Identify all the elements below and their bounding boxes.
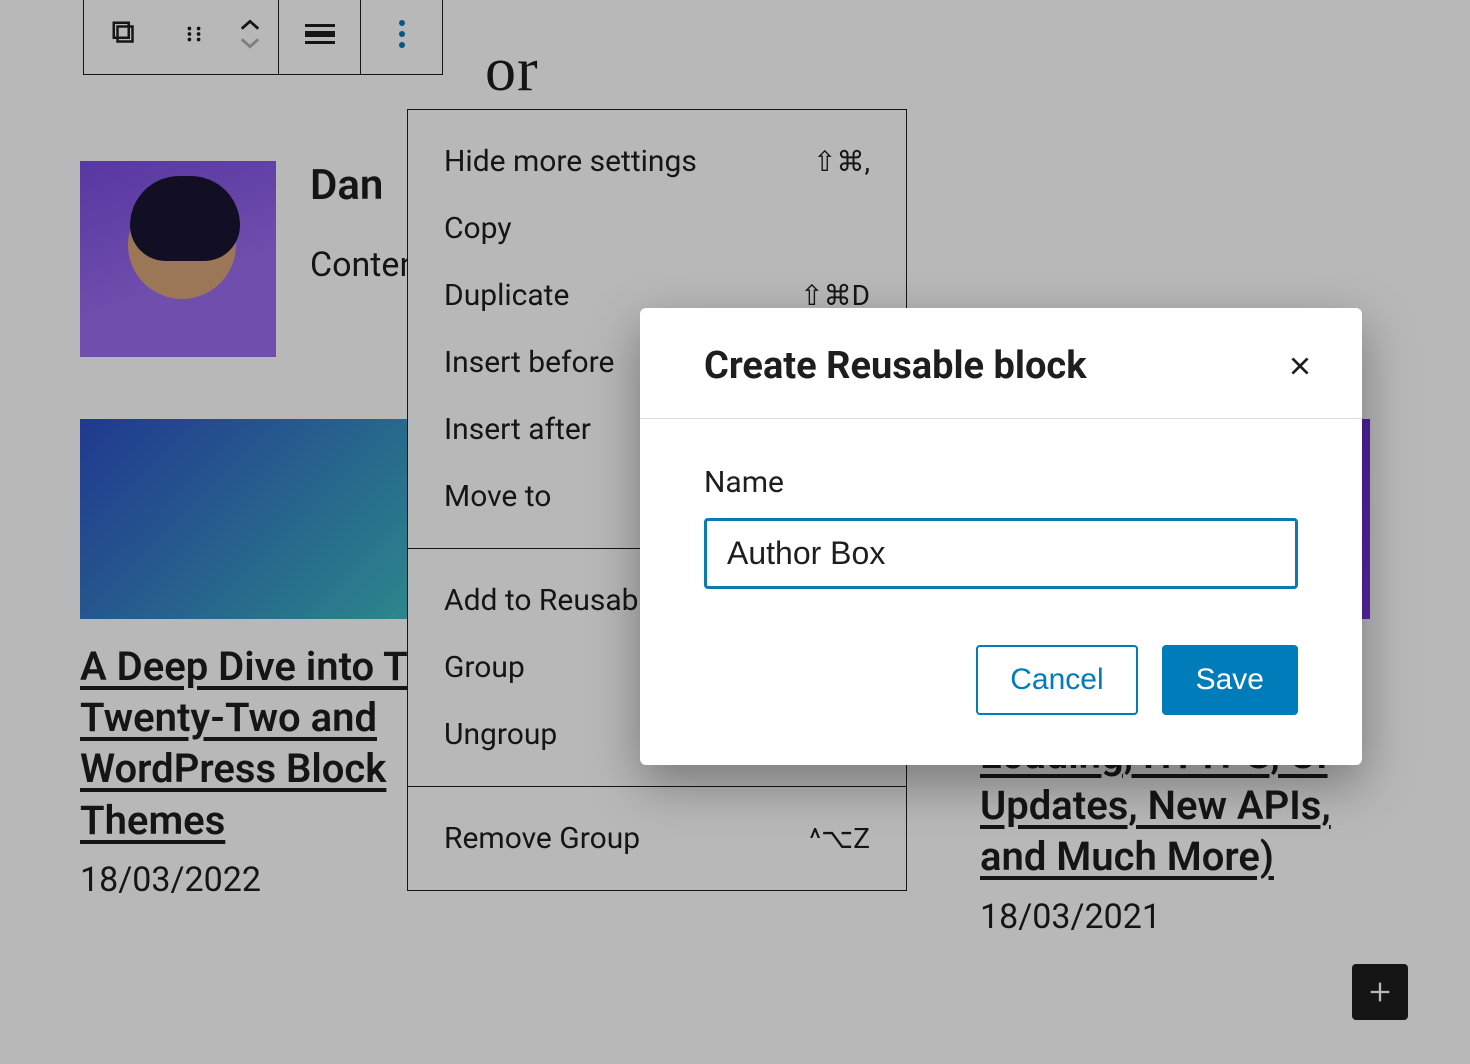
more-options-button[interactable] bbox=[360, 0, 442, 74]
avatar bbox=[80, 161, 276, 357]
menu-item-label: Insert after bbox=[444, 412, 591, 447]
save-button[interactable]: Save bbox=[1162, 645, 1298, 715]
name-input[interactable] bbox=[704, 518, 1298, 589]
menu-item-label: Duplicate bbox=[444, 278, 569, 313]
drag-handle[interactable] bbox=[166, 0, 222, 74]
menu-remove-group[interactable]: Remove Group ^⌥Z bbox=[408, 805, 906, 872]
menu-item-label: Copy bbox=[444, 211, 512, 246]
align-button[interactable] bbox=[278, 0, 360, 74]
block-mover[interactable] bbox=[222, 0, 278, 74]
menu-item-shortcut: ⇧⌘, bbox=[813, 145, 870, 178]
modal-title: Create Reusable block bbox=[704, 344, 1087, 388]
create-reusable-block-modal: Create Reusable block Name Cancel Save bbox=[640, 308, 1362, 765]
copy-icon bbox=[110, 19, 140, 49]
menu-hide-more-settings[interactable]: Hide more settings ⇧⌘, bbox=[408, 128, 906, 195]
page-title-fragment: or bbox=[485, 35, 1410, 106]
close-icon bbox=[1287, 353, 1313, 379]
name-field-label: Name bbox=[704, 465, 1298, 500]
drag-icon bbox=[183, 23, 205, 45]
cancel-button[interactable]: Cancel bbox=[976, 645, 1137, 715]
block-toolbar bbox=[83, 0, 443, 75]
post-date: 18/03/2021 bbox=[980, 897, 1370, 937]
chevron-down-icon bbox=[239, 37, 261, 49]
menu-item-label: Move to bbox=[444, 479, 551, 514]
plus-icon bbox=[1366, 978, 1394, 1006]
menu-item-label: Group bbox=[444, 650, 525, 685]
menu-copy[interactable]: Copy bbox=[408, 195, 906, 262]
close-button[interactable] bbox=[1282, 348, 1318, 384]
chevron-up-icon bbox=[239, 19, 261, 31]
more-icon bbox=[398, 19, 406, 49]
add-block-button[interactable] bbox=[1352, 964, 1408, 1020]
menu-item-shortcut: ^⌥Z bbox=[809, 822, 870, 855]
menu-item-label: Insert before bbox=[444, 345, 614, 380]
align-icon bbox=[305, 22, 335, 46]
menu-item-label: Remove Group bbox=[444, 821, 640, 856]
menu-item-label: Ungroup bbox=[444, 717, 557, 752]
menu-item-label: Hide more settings bbox=[444, 144, 697, 179]
block-type-button[interactable] bbox=[84, 0, 166, 74]
